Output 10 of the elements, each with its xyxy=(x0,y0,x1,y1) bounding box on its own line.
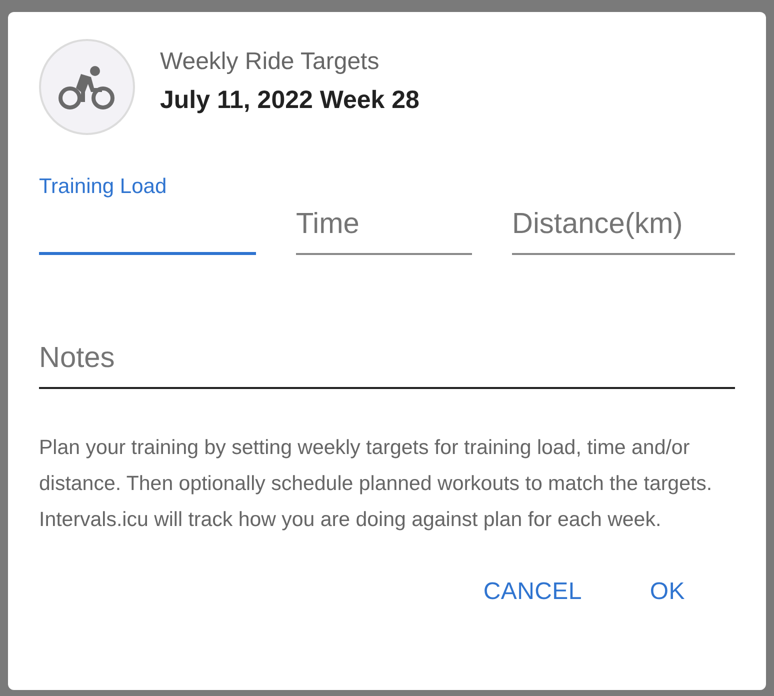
dialog-subtitle: July 11, 2022 Week 28 xyxy=(160,86,420,114)
input-field[interactable]: Time xyxy=(296,171,472,255)
description-text: Plan your training by setting weekly targets for training load, time and/or distance. Then optionally schedule planned workouts to match the targets. Intervals.icu will track how you are doing against plan for each week. xyxy=(39,435,714,533)
input-field[interactable]: Training Load xyxy=(39,171,256,255)
notes-field[interactable]: Notes xyxy=(39,309,735,389)
cancel-button[interactable]: CANCEL xyxy=(483,568,582,616)
dialog-title: Weekly Ride Targets xyxy=(160,48,380,76)
bicycle-icon xyxy=(58,64,116,110)
input-field[interactable]: Distance(km) xyxy=(512,171,735,255)
ok-button[interactable]: OK xyxy=(650,568,685,616)
